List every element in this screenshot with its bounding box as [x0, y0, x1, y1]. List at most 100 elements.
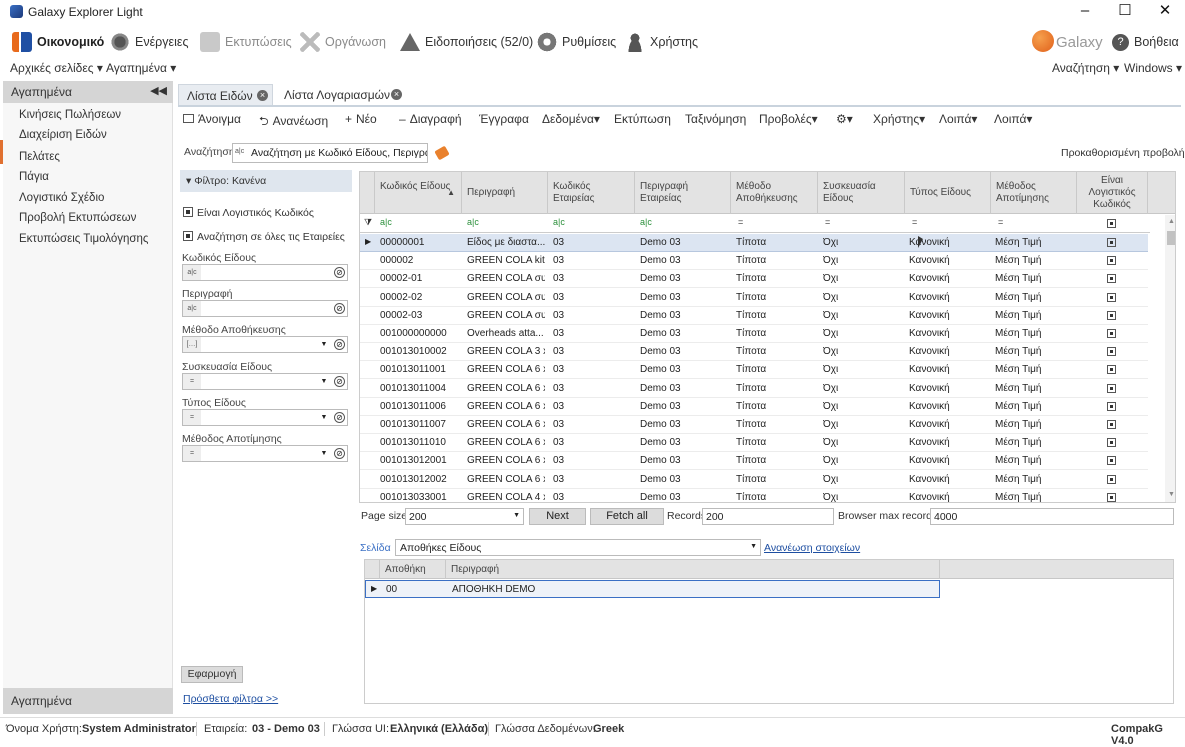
menu-prints[interactable]: Εκτυπώσεις	[200, 32, 292, 52]
description-field[interactable]: a|c ⊘	[182, 300, 348, 317]
column-header-item-type[interactable]: Τύπος Είδους	[905, 172, 991, 214]
equals-filter-icon[interactable]: =	[825, 217, 830, 227]
equals-filter-icon[interactable]: =	[912, 217, 917, 227]
sidebar-item-fixed-assets[interactable]: Πάγια	[19, 171, 49, 183]
sidebar-item-items-management[interactable]: Διαχείριση Ειδών	[19, 129, 107, 141]
user-dropdown[interactable]: Χρήστης▾	[873, 112, 925, 126]
gear-dropdown[interactable]: ⚙▾	[836, 112, 853, 126]
favorites-footer[interactable]: Αγαπημένα	[3, 688, 173, 714]
max-records-field[interactable]: 4000	[930, 508, 1174, 525]
close-button[interactable]: ✕	[1145, 0, 1185, 24]
views-dropdown[interactable]: Προβολές▾	[759, 112, 818, 126]
minimize-button[interactable]: –	[1065, 0, 1105, 24]
page-select[interactable]: Αποθήκες Είδους ▼	[395, 539, 761, 556]
help-button[interactable]: ? Βοήθεια	[1112, 32, 1179, 52]
accounting-code-checkbox-icon[interactable]	[1107, 474, 1116, 484]
sidebar-item-chart-of-accounts[interactable]: Λογιστικό Σχέδιο	[19, 192, 104, 204]
favorites-dropdown[interactable]: Αγαπημένα ▾	[106, 61, 176, 75]
eraser-icon[interactable]	[434, 145, 450, 161]
column-header-wh-description[interactable]: Περιγραφή	[446, 560, 940, 579]
accounting-code-checkbox-icon[interactable]	[1107, 329, 1116, 338]
sidebar-item-sales-movements[interactable]: Κινήσεις Πωλήσεων	[19, 109, 121, 121]
sort-button[interactable]: Ταξινόμηση	[685, 112, 746, 126]
column-header-company-description[interactable]: Περιγραφή Εταιρείας	[635, 172, 731, 214]
column-header-valuation[interactable]: Μέθοδος Αποτίμησης	[991, 172, 1077, 214]
table-row[interactable]: 000002 GREEN COLA kit ... 03 Demo 03 Τίποτα Ό…	[360, 252, 1148, 271]
table-row[interactable]: 00002-03 GREEN COLA συ... 03 Demo 03 Τίποτα Ό…	[360, 307, 1148, 325]
new-button[interactable]: + Νέο	[345, 112, 377, 126]
menu-financial[interactable]: Οικονομικό	[12, 32, 104, 52]
equals-filter-icon[interactable]: =	[998, 217, 1003, 227]
column-header-company-code[interactable]: Κωδικός Εταιρείας	[548, 172, 635, 214]
table-row[interactable]: 00002-01 GREEN COLA συ... 03 Demo 03 Τίποτα Ό…	[360, 270, 1148, 289]
default-view-label[interactable]: Προκαθορισμένη προβολή	[1061, 147, 1185, 159]
delete-button[interactable]: – Διαγραφή	[399, 112, 462, 126]
fetch-all-button[interactable]: Fetch all	[590, 508, 664, 525]
table-row[interactable]: 001000000000 Overheads atta... 03 Demo 03 Τί…	[360, 325, 1148, 343]
item-type-field[interactable]: = ▼ ⊘	[182, 409, 348, 426]
close-tab-icon[interactable]: ×	[257, 90, 268, 101]
accounting-code-checkbox-icon[interactable]	[1107, 347, 1116, 357]
column-header-description[interactable]: Περιγραφή	[462, 172, 548, 214]
table-row[interactable]: 001013011004 GREEN COLA 6 x... 03 Demo 03 Τί…	[360, 380, 1148, 398]
accounting-code-checkbox-icon[interactable]	[1107, 365, 1116, 375]
accounting-code-checkbox-icon[interactable]	[1107, 420, 1116, 429]
storage-method-field[interactable]: […] ▼ ⊘	[182, 336, 348, 353]
table-row[interactable]: 001013012002 GREEN COLA 6 x... 03 Demo 03 Τί…	[360, 471, 1148, 489]
accounting-code-checkbox-icon[interactable]	[1107, 383, 1116, 393]
checkbox-filter-icon[interactable]	[1107, 219, 1116, 228]
sidebar-item-print-view[interactable]: Προβολή Εκτυπώσεων	[19, 212, 136, 224]
accounting-code-checkbox-icon[interactable]	[1107, 274, 1116, 284]
scroll-thumb[interactable]	[1167, 231, 1175, 245]
table-row[interactable]: 001013011007 GREEN COLA 6 x... 03 Demo 03 Τί…	[360, 416, 1148, 434]
accounting-code-checkbox-icon[interactable]	[1107, 310, 1116, 320]
accounting-code-checkbox-icon[interactable]	[1107, 401, 1116, 411]
text-filter-icon[interactable]: a|c	[640, 217, 652, 227]
menu-organization[interactable]: Οργάνωση	[300, 32, 386, 52]
table-row[interactable]: 00002-02 GREEN COLA συ... 03 Demo 03 Τίποτα Ό…	[360, 289, 1148, 307]
accounting-code-checkbox-icon[interactable]	[1107, 492, 1116, 502]
search-dropdown[interactable]: Αναζήτηση ▾	[1052, 61, 1119, 75]
search-input[interactable]: a|c Αναζήτηση με Κωδικό Είδους, Περιγραφή	[232, 143, 428, 163]
filter-header[interactable]: ▾ Φίλτρο: Κανένα	[180, 170, 352, 192]
column-header-warehouse[interactable]: Αποθήκη	[380, 560, 446, 579]
records-field[interactable]: 200	[702, 508, 834, 525]
table-row[interactable]: 001013033001 GREEN COLA 4 x ... 03 Demo 03 Τ…	[360, 489, 1148, 502]
accounting-code-checkbox[interactable]: Είναι Λογιστικός Κωδικός	[183, 207, 314, 219]
valuation-field[interactable]: = ▼ ⊘	[182, 445, 348, 462]
accounting-code-checkbox-icon[interactable]	[1107, 456, 1116, 466]
tab-items-list[interactable]: Λίστα Ειδών ×	[178, 84, 273, 106]
table-row[interactable]: 001013010002 GREEN COLA 3 x... 03 Demo 03 Τί…	[360, 343, 1148, 362]
other-dropdown-2[interactable]: Λοιπά▾	[994, 112, 1032, 126]
page-size-select[interactable]: 200 ▼	[405, 508, 524, 525]
next-button[interactable]: Next	[529, 508, 586, 525]
more-filters-link[interactable]: Πρόσθετα φίλτρα >>	[183, 693, 278, 705]
close-tab-icon[interactable]: ×	[391, 89, 402, 100]
documents-button[interactable]: Έγγραφα	[479, 112, 529, 126]
apply-button[interactable]: Εφαρμογή	[181, 666, 243, 683]
text-filter-icon[interactable]: a|c	[380, 217, 392, 227]
home-pages-dropdown[interactable]: Αρχικές σελίδες ▾	[10, 61, 103, 75]
open-button[interactable]: Άνοιγμα	[183, 112, 241, 126]
sidebar-item-invoice-prints[interactable]: Εκτυπώσεις Τιμολόγησης	[19, 233, 148, 245]
table-row[interactable]: 001013012001 GREEN COLA 6 x... 03 Demo 03 Τί…	[360, 452, 1148, 471]
refresh-data-link[interactable]: Ανανέωση στοιχείων	[764, 542, 860, 554]
sidebar-item-customers[interactable]: Πελάτες	[19, 151, 60, 163]
accounting-code-checkbox-icon[interactable]	[1107, 438, 1116, 448]
item-code-field[interactable]: a|c ⊘	[182, 264, 348, 281]
packaging-field[interactable]: = ▼ ⊘	[182, 373, 348, 390]
menu-settings[interactable]: Ρυθμίσεις	[537, 32, 616, 52]
windows-dropdown[interactable]: Windows ▾	[1124, 61, 1182, 75]
table-row[interactable]: ▶ 00000001 Είδος με διαστα... 03 Demo 03 Τίπο…	[360, 234, 1148, 252]
refresh-button[interactable]: ⮌ Ανανέωση	[259, 112, 328, 133]
table-row[interactable]: 001013011010 GREEN COLA 6 x... 03 Demo 03 Τί…	[360, 434, 1148, 453]
accounting-code-checkbox-icon[interactable]	[1107, 256, 1116, 266]
accounting-code-checkbox-icon[interactable]	[1107, 238, 1116, 247]
data-dropdown[interactable]: Δεδομένα▾	[542, 112, 600, 126]
column-header-item-code[interactable]: Κωδικός Είδους ▲	[375, 172, 462, 214]
accounting-code-checkbox-icon[interactable]	[1107, 292, 1116, 302]
column-header-storage-method[interactable]: Μέθοδο Αποθήκευσης	[731, 172, 818, 214]
menu-actions[interactable]: Ενέργειες	[110, 32, 188, 52]
print-button[interactable]: Εκτύπωση	[614, 112, 671, 126]
maximize-button[interactable]: ☐	[1105, 0, 1145, 24]
